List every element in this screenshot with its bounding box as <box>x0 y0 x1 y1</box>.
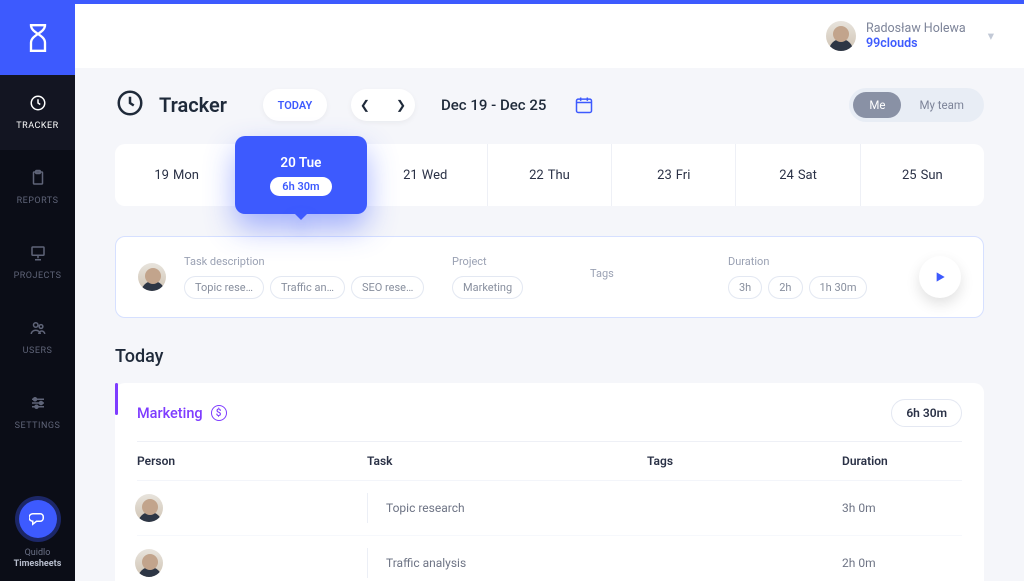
day-wed[interactable]: 21Wed <box>364 144 488 206</box>
task-label: Task description <box>184 255 434 268</box>
app-logo[interactable] <box>0 0 75 75</box>
duration-suggestion-chip[interactable]: 1h 30m <box>809 276 868 299</box>
chat-support-button[interactable] <box>19 500 57 538</box>
sidebar-item-label: REPORTS <box>17 196 59 206</box>
day-thu[interactable]: 22Thu <box>488 144 612 206</box>
today-section-title: Today <box>115 346 984 367</box>
sidebar-item-label: PROJECTS <box>14 271 62 281</box>
presentation-icon <box>29 244 47 265</box>
segment-me[interactable]: Me <box>853 92 901 118</box>
day-fri[interactable]: 23Fri <box>612 144 736 206</box>
avatar <box>135 494 163 522</box>
day-sun[interactable]: 25Sun <box>861 144 984 206</box>
sidebar: TRACKER REPORTS PROJECTS USERS SETTINGS <box>0 0 75 581</box>
calendar-button[interactable] <box>574 95 594 115</box>
day-total-badge: 6h 30m <box>270 177 331 196</box>
duration-suggestion-chip[interactable]: 3h <box>728 276 762 299</box>
duration-label: Duration <box>728 255 878 268</box>
user-menu[interactable]: Radosław Holewa 99clouds ▾ <box>826 21 994 51</box>
avatar <box>138 263 166 291</box>
sidebar-item-settings[interactable]: SETTINGS <box>0 375 75 450</box>
duration-suggestion-chip[interactable]: 2h <box>768 276 802 299</box>
sidebar-item-label: SETTINGS <box>15 421 61 431</box>
prev-week-button[interactable]: ❮ <box>352 98 378 112</box>
clock-icon <box>29 94 47 115</box>
next-week-button[interactable]: ❯ <box>388 98 414 112</box>
tags-label: Tags <box>590 267 710 280</box>
week-bar: 19Mon 20 Tue 6h 30m 21Wed 22Thu 23Fri 24… <box>115 144 984 206</box>
new-entry-panel: Task description Topic rese… Traffic an…… <box>115 236 984 318</box>
avatar <box>135 549 163 577</box>
start-timer-button[interactable] <box>919 256 961 298</box>
table-header: Person Task Tags Duration <box>137 442 962 481</box>
users-icon <box>29 319 47 340</box>
day-sat[interactable]: 24Sat <box>736 144 860 206</box>
avatar <box>826 21 856 51</box>
table-row[interactable]: Traffic analysis 2h 0m <box>137 536 962 581</box>
sidebar-item-projects[interactable]: PROJECTS <box>0 225 75 300</box>
task-suggestion-chip[interactable]: Traffic an… <box>270 276 345 299</box>
topbar: Radosław Holewa 99clouds ▾ <box>75 0 1024 68</box>
project-suggestion-chip[interactable]: Marketing <box>452 276 523 299</box>
project-label: Project <box>452 255 572 268</box>
table-row[interactable]: Topic research 3h 0m <box>137 481 962 536</box>
sidebar-item-reports[interactable]: REPORTS <box>0 150 75 225</box>
sidebar-nav: TRACKER REPORTS PROJECTS USERS SETTINGS <box>0 75 75 450</box>
sidebar-item-users[interactable]: USERS <box>0 300 75 375</box>
today-button[interactable]: TODAY <box>263 89 327 121</box>
clock-icon <box>115 88 145 122</box>
segment-team[interactable]: My team <box>903 92 980 118</box>
today-panel: Marketing $ 6h 30m Person Task Tags Dura… <box>115 383 984 581</box>
project-group-header[interactable]: Marketing $ <box>137 405 227 422</box>
task-suggestion-chip[interactable]: SEO rese… <box>351 276 424 299</box>
sliders-icon <box>29 394 47 415</box>
day-mon[interactable]: 19Mon <box>115 144 239 206</box>
page-title: Tracker <box>159 93 227 117</box>
user-name: Radosław Holewa <box>866 21 966 36</box>
sidebar-item-tracker[interactable]: TRACKER <box>0 75 75 150</box>
brand-caption: Quidlo Timesheets <box>14 548 62 571</box>
clipboard-icon <box>29 169 47 190</box>
date-range: Dec 19 - Dec 25 <box>441 96 546 114</box>
chevron-down-icon: ▾ <box>988 28 994 44</box>
user-org: 99clouds <box>866 36 966 51</box>
group-total: 6h 30m <box>891 399 962 427</box>
sidebar-item-label: USERS <box>23 346 53 356</box>
sidebar-item-label: TRACKER <box>16 121 58 131</box>
page-header: Tracker TODAY ❮ ❯ Dec 19 - Dec 25 Me My … <box>115 88 984 122</box>
task-suggestion-chip[interactable]: Topic rese… <box>184 276 264 299</box>
day-tue-active[interactable]: 20 Tue 6h 30m <box>239 144 363 206</box>
week-nav: ❮ ❯ <box>351 89 415 121</box>
scope-segment: Me My team <box>849 88 984 122</box>
billable-icon: $ <box>211 405 227 421</box>
